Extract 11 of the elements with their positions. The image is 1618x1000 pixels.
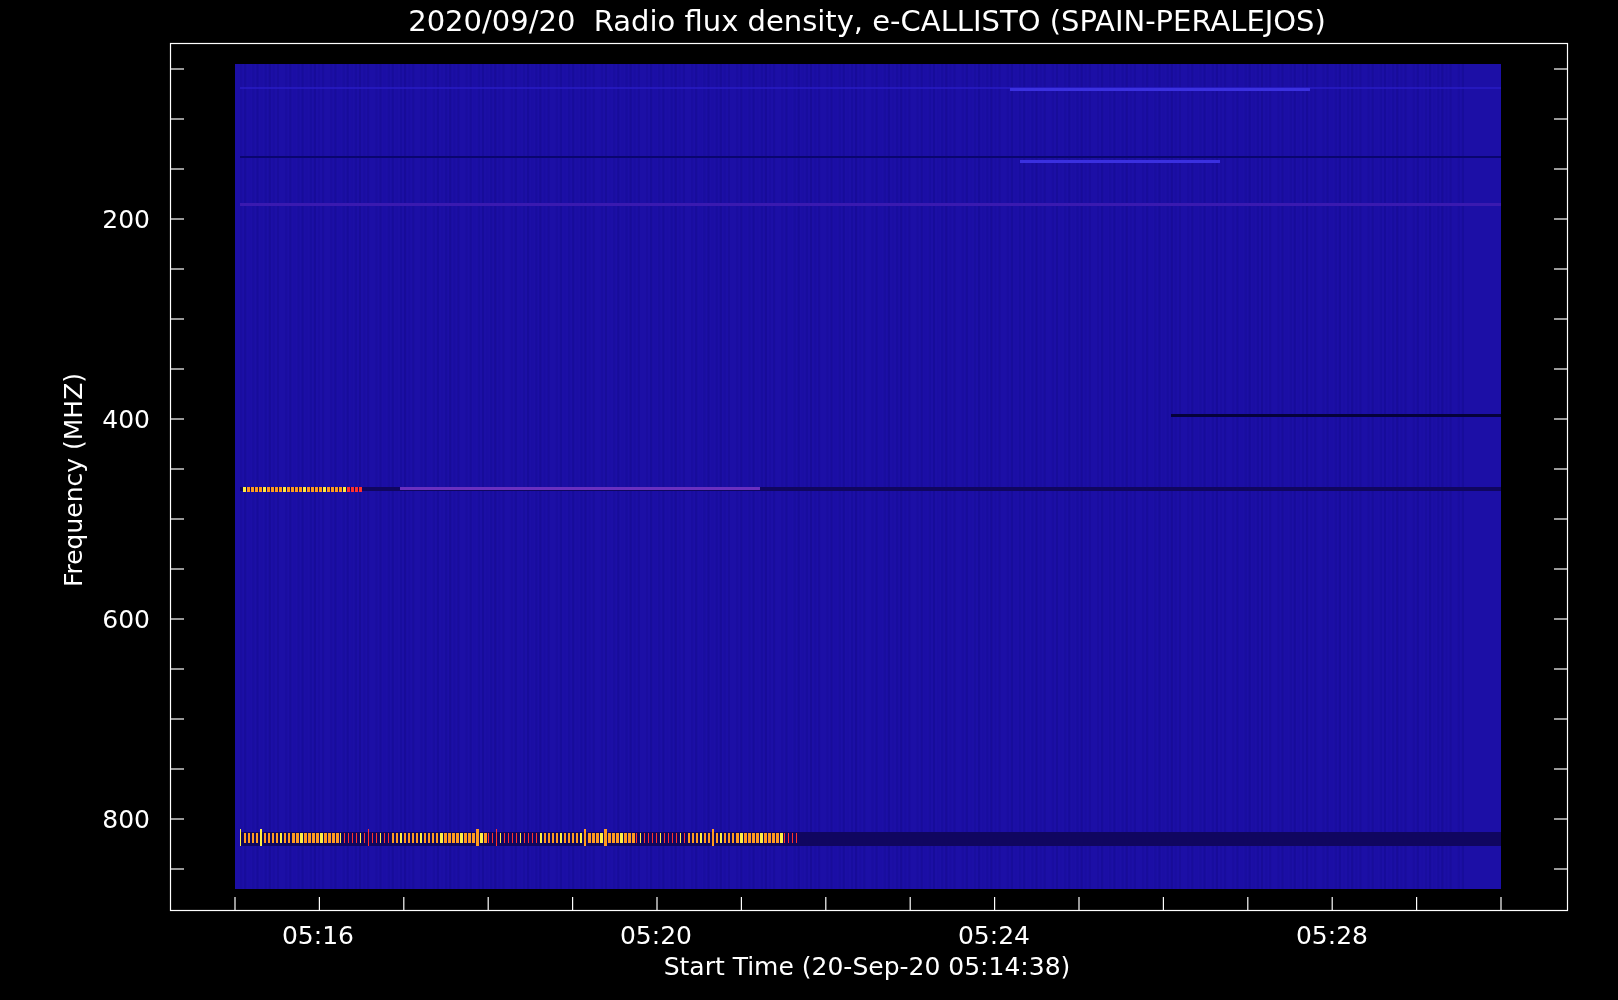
plot-title: 2020/09/20 Radio flux density, e-CALLISTO (SPAIN-PERALEJOS) bbox=[408, 4, 1326, 38]
x-axis-label: Start Time (20-Sep-20 05:14:38) bbox=[663, 952, 1071, 981]
y-axis-label: Frequency (MHZ) bbox=[59, 372, 88, 588]
y-tick-label: 200 bbox=[102, 205, 150, 234]
y-tick-label: 400 bbox=[102, 405, 150, 434]
x-tick-label: 05:16 bbox=[282, 921, 354, 950]
x-tick-label: 05:24 bbox=[958, 921, 1030, 950]
y-tick-label: 800 bbox=[102, 805, 150, 834]
x-tick-label: 05:28 bbox=[1296, 921, 1368, 950]
y-tick-label: 600 bbox=[102, 605, 150, 634]
x-tick-label: 05:20 bbox=[620, 921, 692, 950]
